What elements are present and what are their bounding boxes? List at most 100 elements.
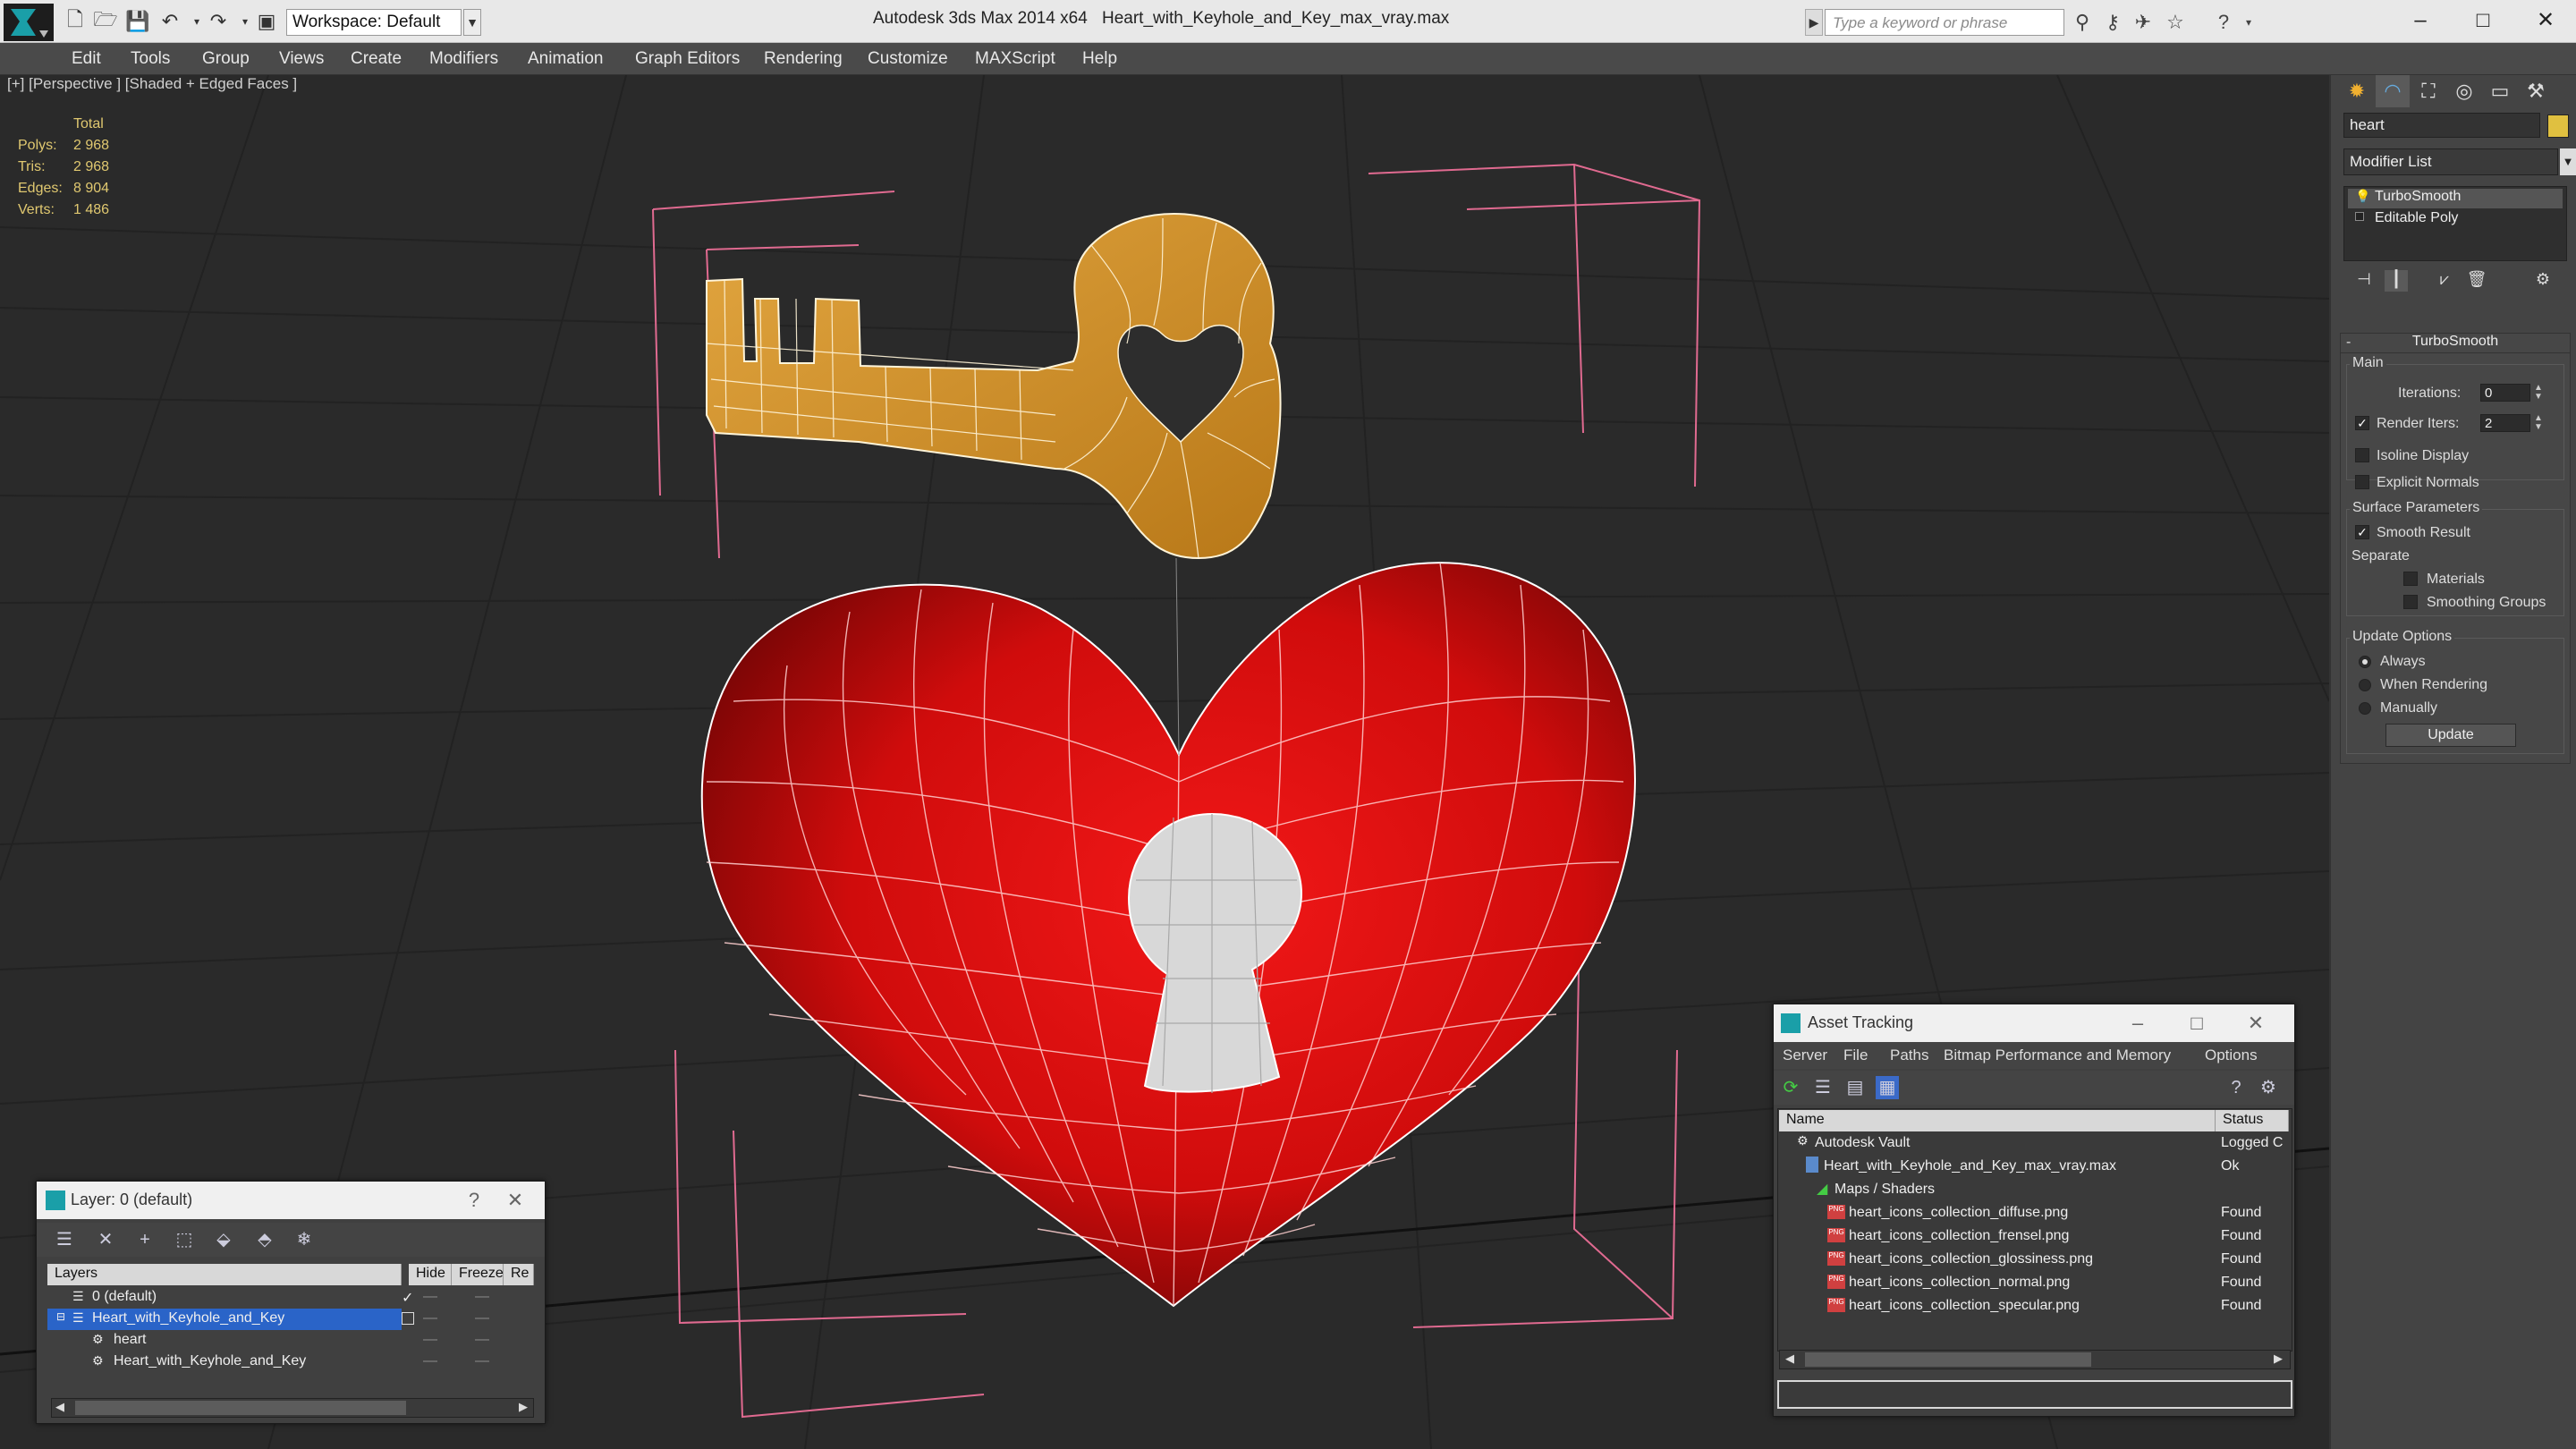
menu-views[interactable]: Views (279, 49, 324, 69)
thumbnail-view-icon[interactable]: ▤ (1843, 1076, 1867, 1099)
configure-sets-icon[interactable]: ⚙ (2531, 270, 2555, 292)
remove-modifier-icon[interactable]: 🗑 (2465, 270, 2488, 292)
asset-menu-options[interactable]: Options (2205, 1046, 2258, 1064)
menu-graph-editors[interactable]: Graph Editors (635, 49, 740, 69)
menu-animation[interactable]: Animation (528, 49, 604, 69)
scroll-thumb[interactable] (75, 1401, 406, 1415)
workspace-dropdown[interactable]: Workspace: Default (286, 9, 462, 36)
modify-tab-icon[interactable]: ◠ (2376, 75, 2410, 107)
scroll-thumb[interactable] (1805, 1352, 2091, 1367)
layer-row[interactable]: ☰ 0 (default) ✓ — — (47, 1287, 534, 1310)
explicit-normals-checkbox[interactable] (2355, 475, 2369, 489)
add-to-layer-icon[interactable]: + (133, 1228, 157, 1251)
asset-menu-server[interactable]: Server (1783, 1046, 1827, 1064)
redo-icon[interactable]: ↷ (206, 9, 231, 34)
col-status[interactable]: Status (2216, 1110, 2289, 1131)
maximize-button[interactable]: □ (2456, 4, 2510, 38)
hide-toggle-icon[interactable]: — (423, 1353, 437, 1369)
asset-row[interactable]: PNG heart_icons_collection_diffuse.png F… (1779, 1201, 2289, 1224)
binoculars-icon[interactable]: ⚲ (2070, 11, 2095, 34)
save-icon[interactable]: 💾 (125, 9, 150, 34)
undo-icon[interactable]: ↶ (157, 9, 182, 34)
pin-stack-icon[interactable]: ⊣ (2352, 270, 2376, 292)
manually-radio[interactable] (2359, 702, 2371, 715)
menu-customize[interactable]: Customize (868, 49, 948, 69)
collapse-icon[interactable]: - (2346, 335, 2351, 351)
hide-toggle-icon[interactable]: — (423, 1310, 437, 1326)
key-icon[interactable]: ⚷ (2100, 11, 2125, 34)
smoothing-groups-checkbox[interactable] (2403, 595, 2418, 609)
materials-checkbox[interactable] (2403, 572, 2418, 586)
asset-row[interactable]: Heart_with_Keyhole_and_Key_max_vray.max … (1779, 1155, 2289, 1178)
asset-row[interactable]: PNG heart_icons_collection_glossiness.pn… (1779, 1248, 2289, 1271)
horizontal-scrollbar[interactable]: ◀ ▶ (1779, 1350, 2291, 1369)
refresh-icon[interactable]: ⟳ (1779, 1076, 1802, 1099)
col-freeze[interactable]: Freeze (452, 1264, 504, 1285)
motion-tab-icon[interactable]: ◎ (2447, 75, 2481, 107)
layer-window-titlebar[interactable]: Layer: 0 (default) ? ✕ (37, 1182, 545, 1219)
select-in-layer-icon[interactable]: ⬚ (173, 1228, 196, 1251)
app-logo-icon[interactable] (4, 4, 54, 41)
freeze-all-layers-icon[interactable]: ❄ (292, 1228, 316, 1251)
table-view-icon[interactable]: ▦ (1876, 1076, 1899, 1099)
spinner-arrows-icon[interactable]: ▲ ▼ (2532, 384, 2545, 402)
object-name-field[interactable]: heart (2343, 113, 2540, 138)
asset-row[interactable]: PNG heart_icons_collection_frensel.png F… (1779, 1224, 2289, 1248)
viewport-label[interactable]: [+] [Perspective ] [Shaded + Edged Faces… (7, 75, 297, 93)
menu-edit[interactable]: Edit (72, 49, 101, 69)
render-iters-spinner[interactable]: 2 (2480, 414, 2530, 432)
settings-icon[interactable]: ⚙ (2257, 1076, 2280, 1099)
chevron-down-icon[interactable]: ▼ (2560, 148, 2576, 175)
search-expand-icon[interactable]: ▶ (1805, 9, 1823, 36)
bulb-icon[interactable]: 💡 (2355, 189, 2370, 204)
asset-row[interactable]: ⚙ Autodesk Vault Logged C (1779, 1131, 2289, 1155)
asset-row[interactable]: PNG heart_icons_collection_specular.png … (1779, 1294, 2289, 1318)
stack-item-editable-poly[interactable]: Editable Poly (2348, 210, 2563, 230)
layer-row[interactable]: ⊟ ☰ Heart_with_Keyhole_and_Key — — (47, 1309, 534, 1332)
layer-row[interactable]: ⚙ Heart_with_Keyhole_and_Key — — (47, 1352, 534, 1375)
menu-rendering[interactable]: Rendering (764, 49, 843, 69)
maximize-button[interactable]: □ (2183, 1010, 2210, 1037)
menu-maxscript[interactable]: MAXScript (975, 49, 1055, 69)
col-render[interactable]: Re (504, 1264, 534, 1285)
asset-row[interactable]: ◢ Maps / Shaders (1779, 1178, 2289, 1201)
show-end-result-icon[interactable]: ┃ (2385, 270, 2408, 292)
object-color-swatch[interactable] (2547, 114, 2569, 138)
always-radio[interactable] (2359, 656, 2371, 668)
freeze-toggle-icon[interactable]: — (475, 1310, 489, 1326)
modifier-list-dropdown[interactable]: Modifier List (2343, 148, 2558, 175)
close-button[interactable]: ✕ (2242, 1010, 2269, 1037)
new-file-icon[interactable]: 🗋 (63, 8, 88, 34)
col-layers[interactable]: Layers (47, 1264, 402, 1285)
project-folder-icon[interactable]: ▣ (254, 9, 279, 34)
help-icon[interactable]: ? (2224, 1076, 2248, 1099)
asset-window-titlebar[interactable]: Asset Tracking – □ ✕ (1774, 1004, 2294, 1042)
when-rendering-radio[interactable] (2359, 679, 2371, 691)
menu-help[interactable]: Help (1082, 49, 1117, 69)
favorites-icon[interactable]: ☆ (2163, 11, 2188, 34)
rollout-title[interactable]: TurboSmooth (2341, 334, 2570, 353)
minimize-button[interactable]: – (2394, 4, 2447, 38)
menu-create[interactable]: Create (351, 49, 402, 69)
chevron-down-icon[interactable]: ▼ (463, 9, 481, 36)
new-layer-icon[interactable]: ☰ (53, 1228, 76, 1251)
stack-item-turbosmooth[interactable]: 💡 TurboSmooth (2348, 189, 2563, 208)
make-unique-icon[interactable]: ⩗ (2433, 270, 2456, 292)
layer-row[interactable]: ⚙ heart — — (47, 1330, 534, 1353)
scroll-right-icon[interactable]: ▶ (519, 1400, 528, 1414)
scroll-right-icon[interactable]: ▶ (2274, 1352, 2283, 1366)
list-view-icon[interactable]: ☰ (1811, 1076, 1835, 1099)
freeze-toggle-icon[interactable]: — (475, 1332, 489, 1348)
help-dropdown-icon[interactable]: ▾ (2236, 11, 2261, 34)
active-checkbox[interactable] (402, 1312, 414, 1325)
collapse-icon[interactable]: ⊟ (56, 1310, 65, 1323)
communication-icon[interactable]: ✈ (2131, 11, 2156, 34)
open-file-icon[interactable]: 🗁 (93, 8, 118, 34)
menu-tools[interactable]: Tools (131, 49, 170, 69)
search-input[interactable]: Type a keyword or phrase (1825, 9, 2064, 36)
delete-layer-icon[interactable]: ✕ (94, 1228, 117, 1251)
minimize-button[interactable]: – (2124, 1010, 2151, 1037)
menu-group[interactable]: Group (202, 49, 250, 69)
col-hide[interactable]: Hide (409, 1264, 452, 1285)
expand-icon[interactable] (2355, 212, 2364, 221)
